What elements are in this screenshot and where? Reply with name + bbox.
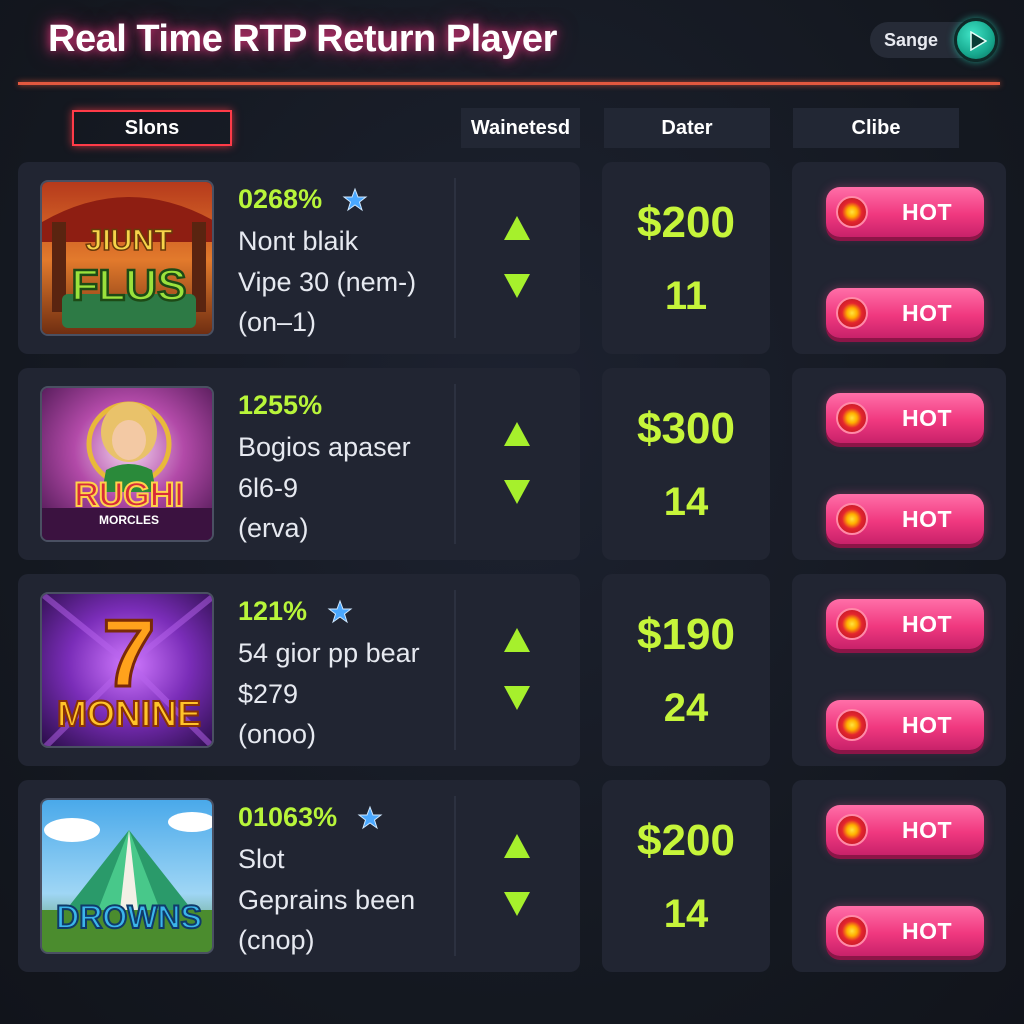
hot-label: HOT [902, 199, 953, 225]
game-thumbnail[interactable]: DROWNS [40, 798, 214, 954]
hot-button[interactable]: HOT [826, 599, 984, 649]
game-thumbnail[interactable]: JIUNT FLUS [40, 180, 214, 336]
arrow-down-icon[interactable] [502, 272, 532, 300]
svg-text:RUGHI: RUGHI [74, 476, 184, 514]
slot-row-1[interactable]: JIUNT FLUS 0268% Nont blaik Vipe 30 (nem… [18, 162, 580, 354]
arrow-down-icon[interactable] [502, 890, 532, 918]
hot-label: HOT [902, 405, 953, 431]
count-value: 24 [663, 686, 709, 730]
sange-label: Sange [884, 30, 939, 50]
game-name: Nont blaik [238, 226, 359, 256]
count-value: 14 [663, 480, 709, 524]
amount-value: $300 [637, 404, 735, 453]
column-divider [454, 590, 456, 750]
rtp-value: 1255% [238, 390, 323, 420]
game-thumbnail[interactable]: 7 MONINE [40, 592, 214, 748]
amount-value: $200 [637, 816, 735, 865]
arrow-up-icon[interactable] [502, 832, 532, 860]
dater-cell: $200 14 [602, 780, 770, 972]
rtp-value: 121% [238, 596, 353, 627]
clibe-cell: HOT HOT [792, 574, 1006, 766]
hot-label: HOT [902, 611, 953, 637]
column-divider [454, 796, 456, 956]
hot-dot-icon [836, 915, 868, 947]
column-header-slons[interactable]: Slons [72, 110, 232, 146]
game-name: Slot [238, 844, 285, 874]
hot-dot-icon [836, 297, 868, 329]
page-title: Real Time RTP Return Player [48, 18, 557, 60]
hot-dot-icon [836, 608, 868, 640]
hot-button[interactable]: HOT [826, 906, 984, 956]
column-header-wainetesd[interactable]: Wainetesd [461, 108, 580, 148]
count-value: 11 [664, 274, 708, 318]
column-header-dater[interactable]: Dater [604, 108, 770, 148]
game-note: (cnop) [238, 925, 315, 955]
column-divider [454, 384, 456, 544]
hot-label: HOT [902, 300, 953, 326]
arrow-up-icon[interactable] [502, 420, 532, 448]
hot-button[interactable]: HOT [826, 393, 984, 443]
clibe-cell: HOT HOT [792, 780, 1006, 972]
play-button[interactable] [954, 18, 998, 62]
column-divider [454, 178, 456, 338]
hot-button[interactable]: HOT [826, 187, 984, 237]
dater-cell: $200 11 [602, 162, 770, 354]
svg-text:JIUNT: JIUNT [86, 224, 173, 257]
hot-label: HOT [902, 712, 953, 738]
hot-dot-icon [836, 709, 868, 741]
game-thumbnail[interactable]: RUGHI MORCLES [40, 386, 214, 542]
sange-toggle[interactable]: Sange [870, 18, 998, 62]
arrow-up-icon[interactable] [502, 626, 532, 654]
slot-row-4[interactable]: DROWNS 01063% Slot Geprains been (cnop) [18, 780, 580, 972]
svg-text:MONINE: MONINE [57, 693, 201, 734]
hot-dot-icon [836, 503, 868, 535]
amount-value: $190 [637, 610, 735, 659]
header: Real Time RTP Return Player Sange [0, 0, 1024, 86]
svg-text:7: 7 [102, 600, 155, 707]
play-icon [970, 31, 987, 51]
game-name: Bogios apaser [238, 432, 411, 462]
slot-row-3[interactable]: 7 MONINE 121% 54 gior pp bear $279 (onoo… [18, 574, 580, 766]
hot-dot-icon [836, 196, 868, 228]
hot-label: HOT [902, 506, 953, 532]
hot-button[interactable]: HOT [826, 805, 984, 855]
dater-cell: $190 24 [602, 574, 770, 766]
hot-dot-icon [836, 814, 868, 846]
game-name: 54 gior pp bear [238, 638, 420, 668]
star-icon [342, 187, 368, 211]
svg-text:FLUS: FLUS [72, 261, 187, 310]
game-detail: $279 [238, 679, 299, 709]
game-note: (erva) [238, 513, 309, 543]
header-divider [18, 82, 1000, 85]
arrow-down-icon[interactable] [502, 478, 532, 506]
rtp-value: 01063% [238, 802, 383, 833]
arrow-down-icon[interactable] [502, 684, 532, 712]
hot-button[interactable]: HOT [826, 494, 984, 544]
hot-dot-icon [836, 402, 868, 434]
clibe-cell: HOT HOT [792, 162, 1006, 354]
star-icon [357, 805, 383, 829]
clibe-cell: HOT HOT [792, 368, 1006, 560]
hot-label: HOT [902, 918, 953, 944]
rtp-value: 0268% [238, 184, 368, 215]
hot-label: HOT [902, 817, 953, 843]
game-note: (onoo) [238, 719, 317, 749]
hot-button[interactable]: HOT [826, 700, 984, 750]
svg-text:DROWNS: DROWNS [56, 899, 202, 935]
game-detail: 6l6-9 [238, 473, 299, 503]
slot-row-2[interactable]: RUGHI MORCLES 1255% Bogios apaser 6l6-9 … [18, 368, 580, 560]
count-value: 14 [663, 892, 709, 936]
dater-cell: $300 14 [602, 368, 770, 560]
amount-value: $200 [637, 198, 735, 247]
hot-button[interactable]: HOT [826, 288, 984, 338]
game-detail: Geprains been [238, 885, 416, 915]
arrow-up-icon[interactable] [502, 214, 532, 242]
svg-text:MORCLES: MORCLES [99, 513, 159, 527]
game-detail: Vipe 30 (nem-) [238, 267, 417, 297]
column-header-clibe[interactable]: Clibe [793, 108, 959, 148]
star-icon [327, 599, 353, 623]
game-note: (on–1) [238, 307, 317, 337]
